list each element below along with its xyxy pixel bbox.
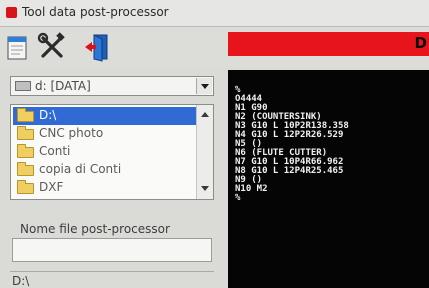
code-line: % [235, 193, 241, 203]
exit-door-icon [85, 34, 108, 62]
divider [10, 271, 214, 272]
output-name-label: Nome file post-processor [20, 222, 170, 236]
folder-icon [17, 180, 34, 194]
folder-list[interactable]: D:\ CNC photo Conti copia di Conti DXF [10, 104, 214, 200]
tools-icon [37, 32, 65, 58]
alarm-text: D [414, 34, 427, 52]
new-file-button[interactable] [4, 31, 36, 63]
folder-icon [17, 126, 34, 140]
folder-scrollbar[interactable] [196, 105, 213, 199]
window-title: Tool data post-processor [22, 5, 169, 19]
exit-button[interactable] [82, 31, 114, 63]
drive-select-value: d: [DATA] [35, 79, 91, 93]
alarm-banner: D [228, 32, 429, 56]
folder-item[interactable]: Conti [13, 143, 197, 161]
folder-label: CNC photo [39, 126, 104, 140]
output-name-input[interactable] [12, 238, 212, 262]
scroll-up-icon[interactable] [201, 112, 209, 117]
folder-icon [17, 108, 34, 122]
app-icon [6, 7, 17, 18]
folder-item[interactable]: CNC photo [13, 125, 197, 143]
folder-item[interactable]: copia di Conti [13, 161, 197, 179]
new-file-icon [7, 36, 27, 60]
tools-button[interactable] [36, 31, 68, 63]
drive-icon [15, 81, 31, 91]
folder-icon [17, 144, 34, 158]
folder-label: copia di Conti [39, 162, 122, 176]
folder-icon [17, 162, 34, 176]
chevron-down-icon[interactable] [196, 78, 212, 94]
drive-select[interactable]: d: [DATA] [10, 76, 214, 96]
folder-label: Conti [39, 144, 71, 158]
post-processor-window: Tool data post-processor D d: [DATA] D:\… [0, 0, 429, 288]
folder-label: D:\ [39, 108, 57, 122]
title-bar: Tool data post-processor [0, 0, 429, 27]
current-path: D:\ [12, 274, 30, 288]
folder-item[interactable]: DXF [13, 179, 197, 197]
scroll-down-icon[interactable] [201, 186, 209, 191]
nc-code-console: % O4444 N1 G90 N2 (COUNTERSINK) N3 G10 L… [228, 70, 429, 288]
folder-label: DXF [39, 180, 64, 194]
folder-item[interactable]: D:\ [13, 107, 197, 125]
